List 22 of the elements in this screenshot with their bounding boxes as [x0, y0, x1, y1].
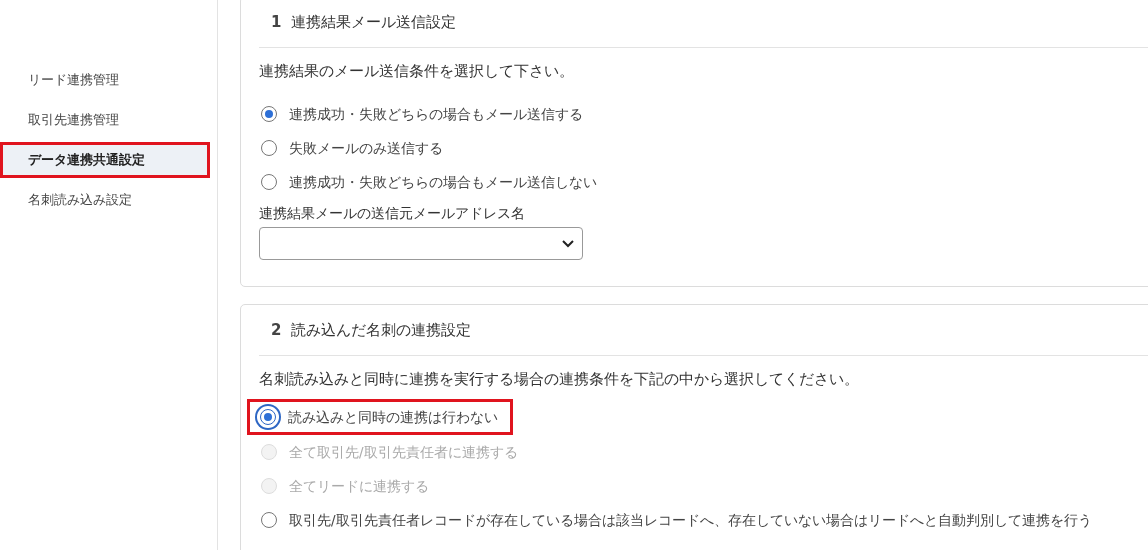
sidebar-item[interactable]: 名刺読み込み設定	[0, 182, 217, 218]
section-description: 連携結果のメール送信条件を選択して下さい。	[259, 62, 575, 81]
field-label: 連携結果メールの送信元メールアドレス名	[259, 205, 526, 223]
radio-button[interactable]	[261, 106, 277, 122]
radio-option[interactable]: 読み込みと同時の連携は行わない	[247, 399, 513, 435]
chevron-down-icon	[562, 239, 574, 248]
radio-option[interactable]: 連携成功・失敗どちらの場合もメール送信する	[259, 105, 583, 123]
select-field[interactable]	[259, 227, 583, 260]
radio-option[interactable]: 連携成功・失敗どちらの場合もメール送信しない	[259, 173, 597, 191]
radio-option[interactable]: 失敗メールのみ送信する	[259, 139, 443, 157]
section-title: 連携結果メール送信設定	[291, 12, 457, 32]
section-description: 名刺読み込みと同時に連携を実行する場合の連携条件を下記の中から選択してください。	[259, 370, 860, 389]
radio-option[interactable]: 取引先/取引先責任者レコードが存在している場合は該当レコードへ、存在していない場合はリードへと自動判別して連携を行う	[259, 511, 1092, 529]
sidebar-item[interactable]: データ連携共通設定	[0, 142, 210, 178]
section-number: 1	[271, 13, 282, 31]
section-number: 2	[271, 321, 282, 339]
section-title: 読み込んだ名刺の連携設定	[291, 320, 472, 340]
sidebar-item[interactable]: リード連携管理	[0, 62, 217, 98]
radio-button[interactable]	[261, 140, 277, 156]
radio-button[interactable]	[261, 512, 277, 528]
radio-button[interactable]	[261, 174, 277, 190]
sidebar-item[interactable]: 取引先連携管理	[0, 102, 217, 138]
